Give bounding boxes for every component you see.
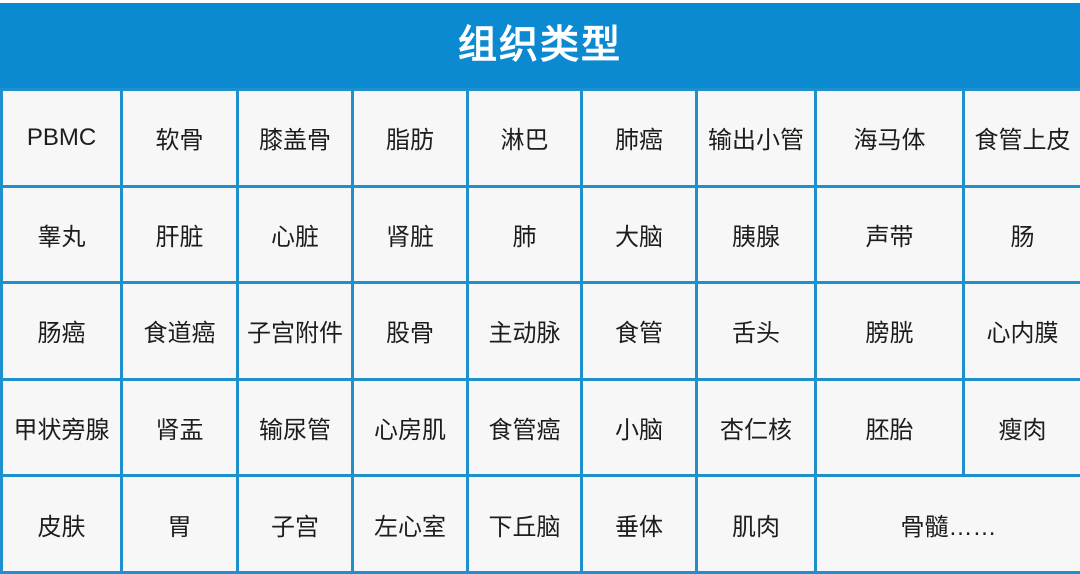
tissue-cell[interactable]: 胃 [120,474,239,574]
tissue-cell[interactable]: 舌头 [695,281,817,381]
tissue-cell[interactable]: 肌肉 [695,474,817,574]
table-row: PBMC 软骨 膝盖骨 脂肪 淋巴 肺癌 输出小管 海马体 食管上皮 [0,88,1080,188]
tissue-cell[interactable]: 肾盂 [120,377,239,478]
tissue-cell[interactable]: 垂体 [580,474,698,574]
tissue-type-page: 组织类型 PBMC 软骨 膝盖骨 脂肪 淋巴 肺癌 输出小管 海马体 食管上皮 睾丸 肝脏 心脏 肾脏肺… [0,0,1080,574]
table-row: 皮肤胃子宫 左心室 下丘脑 垂体 肌肉 骨髓…… [0,474,1080,574]
tissue-cell[interactable]: 声带 [814,184,965,285]
tissue-cell[interactable]: 主动脉 [466,281,583,381]
tissue-cell[interactable]: 大脑 [580,184,698,285]
tissue-cell[interactable]: 胰腺 [695,184,817,285]
tissue-cell[interactable]: 股骨 [351,281,469,381]
tissue-cell[interactable]: 肠 [962,184,1080,285]
tissue-cell[interactable]: 脂肪 [351,88,469,188]
tissue-cell[interactable]: 瘦肉 [962,377,1080,478]
tissue-cell[interactable]: 左心室 [351,474,469,574]
tissue-cell[interactable]: 肾脏 [351,184,469,285]
table-row: 甲状旁腺 肾盂 输尿管 心房肌 食管癌 小脑 杏仁核 胚胎 瘦肉 [0,377,1080,478]
tissue-cell[interactable]: 子宫 [236,474,354,574]
tissue-type-table-container: PBMC 软骨 膝盖骨 脂肪 淋巴 肺癌 输出小管 海马体 食管上皮 睾丸 肝脏 心脏 肾脏肺大脑 胰腺声… [0,88,1080,574]
tissue-cell[interactable]: 淋巴 [466,88,583,188]
tissue-cell[interactable]: 食道癌 [120,281,239,381]
tissue-cell[interactable]: 胚胎 [814,377,965,478]
tissue-cell[interactable]: 杏仁核 [695,377,817,478]
tissue-cell[interactable]: 食管上皮 [962,88,1080,188]
tissue-type-table-body: PBMC 软骨 膝盖骨 脂肪 淋巴 肺癌 输出小管 海马体 食管上皮 睾丸 肝脏 心脏 肾脏肺大脑 胰腺声… [0,88,1080,574]
page-header-banner: 组织类型 [0,3,1080,88]
tissue-cell[interactable]: 肝脏 [120,184,239,285]
tissue-cell[interactable]: 食管癌 [466,377,583,478]
table-row: 睾丸 肝脏 心脏 肾脏肺大脑 胰腺 声带肠 [0,184,1080,285]
tissue-cell[interactable]: 肠癌 [0,281,123,381]
tissue-cell[interactable]: 心内膜 [962,281,1080,381]
tissue-cell[interactable]: 海马体 [814,88,965,188]
tissue-cell[interactable]: 骨髓…… [814,474,1080,574]
tissue-cell[interactable]: 食管 [580,281,698,381]
tissue-cell[interactable]: 肺 [466,184,583,285]
tissue-cell[interactable]: 皮肤 [0,474,123,574]
tissue-cell[interactable]: 软骨 [120,88,239,188]
tissue-type-table: PBMC 软骨 膝盖骨 脂肪 淋巴 肺癌 输出小管 海马体 食管上皮 睾丸 肝脏 心脏 肾脏肺大脑 胰腺声… [0,88,1080,574]
tissue-cell[interactable]: PBMC [0,88,123,188]
tissue-cell[interactable]: 小脑 [580,377,698,478]
tissue-cell[interactable]: 输尿管 [236,377,354,478]
tissue-cell[interactable]: 下丘脑 [466,474,583,574]
tissue-cell[interactable]: 肺癌 [580,88,698,188]
tissue-cell[interactable]: 输出小管 [695,88,817,188]
page-title: 组织类型 [457,24,622,67]
tissue-cell[interactable]: 子宫附件 [236,281,354,381]
tissue-cell[interactable]: 甲状旁腺 [0,377,123,478]
tissue-cell[interactable]: 膝盖骨 [236,88,354,188]
tissue-cell[interactable]: 心脏 [236,184,354,285]
tissue-cell[interactable]: 心房肌 [351,377,469,478]
tissue-cell[interactable]: 睾丸 [0,184,123,285]
tissue-cell[interactable]: 膀胱 [814,281,965,381]
table-row: 肠癌 食道癌 子宫附件 股骨 主动脉 食管 舌头 膀胱 心内膜 [0,281,1080,381]
